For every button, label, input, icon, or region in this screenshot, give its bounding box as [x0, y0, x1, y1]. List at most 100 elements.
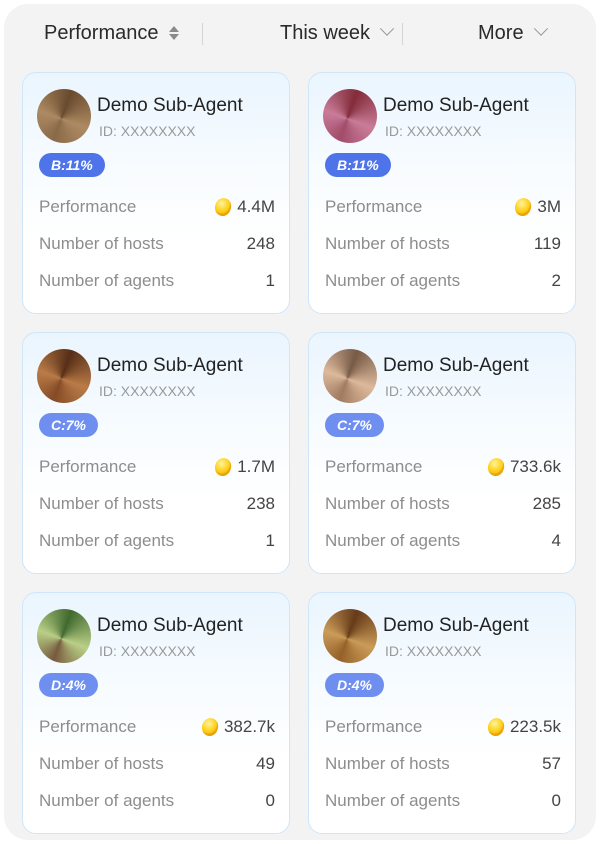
performance-amount: 1.7M: [237, 457, 275, 476]
agents-row: Number of agents 1: [39, 529, 275, 553]
agent-id: ID: XXXXXXXX: [385, 383, 481, 399]
agent-id: ID: XXXXXXXX: [99, 123, 195, 139]
tier-badge: C:7%: [39, 413, 99, 437]
hosts-row: Number of hosts 285: [325, 492, 561, 516]
hosts-row: Number of hosts 119: [325, 232, 561, 256]
performance-value: 4.4M: [212, 195, 275, 219]
performance-row: Performance 382.7k: [39, 715, 275, 739]
agent-id: ID: XXXXXXXX: [385, 643, 481, 659]
agents-label: Number of agents: [39, 531, 175, 550]
id-value: XXXXXXXX: [406, 643, 482, 659]
id-label: ID:: [99, 643, 117, 659]
sub-agent-card[interactable]: Demo Sub-Agent ID: XXXXXXXX B:11% Perfor…: [22, 72, 290, 314]
period-label: This week: [280, 21, 371, 44]
hosts-label: Number of hosts: [325, 494, 450, 513]
id-label: ID:: [385, 123, 403, 139]
performance-row: Performance 3M: [325, 195, 561, 219]
agents-value: 0: [551, 791, 561, 810]
agent-id: ID: XXXXXXXX: [99, 643, 195, 659]
performance-value: 223.5k: [485, 715, 561, 739]
hosts-value: 248: [246, 234, 275, 253]
id-value: XXXXXXXX: [406, 123, 482, 139]
id-label: ID:: [99, 383, 117, 399]
hosts-row: Number of hosts 238: [39, 492, 275, 516]
coin-icon: [512, 195, 534, 219]
hosts-value: 238: [246, 494, 275, 513]
sub-agent-card[interactable]: Demo Sub-Agent ID: XXXXXXXX B:11% Perfor…: [308, 72, 576, 314]
agents-row: Number of agents 0: [325, 789, 561, 813]
agents-label: Number of agents: [39, 791, 175, 810]
performance-label: Performance: [39, 197, 137, 216]
sort-icon: [168, 26, 179, 40]
agents-value: 4: [551, 531, 561, 550]
performance-amount: 733.6k: [509, 457, 561, 476]
hosts-value: 119: [533, 234, 561, 253]
agent-name: Demo Sub-Agent: [383, 615, 529, 636]
chevron-down-icon: [379, 21, 395, 36]
hosts-label: Number of hosts: [39, 754, 164, 773]
performance-amount: 4.4M: [237, 197, 275, 216]
hosts-value: 285: [532, 494, 561, 513]
more-dropdown[interactable]: More: [478, 20, 548, 46]
coin-icon: [212, 195, 234, 219]
agent-name: Demo Sub-Agent: [383, 95, 529, 116]
agents-row: Number of agents 2: [325, 269, 561, 293]
agents-row: Number of agents 0: [39, 789, 275, 813]
performance-label: Performance: [325, 717, 423, 736]
avatar: [37, 609, 91, 663]
id-label: ID:: [99, 123, 117, 139]
performance-row: Performance 223.5k: [325, 715, 561, 739]
agent-name: Demo Sub-Agent: [97, 615, 243, 636]
avatar: [323, 609, 377, 663]
agents-value: 0: [265, 791, 275, 810]
sort-performance-label: Performance: [44, 21, 159, 44]
agent-id: ID: XXXXXXXX: [385, 123, 481, 139]
coin-icon: [199, 715, 221, 739]
hosts-row: Number of hosts 57: [325, 752, 561, 776]
hosts-row: Number of hosts 49: [39, 752, 275, 776]
performance-row: Performance 733.6k: [325, 455, 561, 479]
id-value: XXXXXXXX: [406, 383, 482, 399]
avatar: [37, 89, 91, 143]
hosts-label: Number of hosts: [39, 234, 164, 253]
agent-name: Demo Sub-Agent: [97, 95, 243, 116]
hosts-label: Number of hosts: [325, 754, 450, 773]
performance-amount: 3M: [537, 197, 561, 216]
agents-label: Number of agents: [325, 531, 461, 550]
tier-badge: B:11%: [325, 153, 391, 177]
avatar: [37, 349, 91, 403]
coin-icon: [485, 715, 507, 739]
performance-row: Performance 4.4M: [39, 195, 275, 219]
filter-bar: Performance This week More: [4, 4, 596, 62]
performance-amount: 382.7k: [223, 717, 275, 736]
agents-value: 2: [551, 271, 561, 290]
agents-value: 1: [265, 531, 275, 550]
sub-agent-card[interactable]: Demo Sub-Agent ID: XXXXXXXX C:7% Perform…: [308, 332, 576, 574]
period-dropdown[interactable]: This week: [280, 20, 395, 46]
sub-agent-card[interactable]: Demo Sub-Agent ID: XXXXXXXX D:4% Perform…: [22, 592, 290, 834]
avatar: [323, 349, 377, 403]
coin-icon: [212, 455, 234, 479]
performance-label: Performance: [39, 457, 137, 476]
performance-value: 1.7M: [212, 455, 275, 479]
avatar: [323, 89, 377, 143]
more-label: More: [478, 21, 524, 44]
tier-badge: B:11%: [39, 153, 105, 177]
app-frame: Performance This week More Demo Sub-Agen…: [4, 4, 596, 840]
performance-amount: 223.5k: [509, 717, 561, 736]
tier-badge: C:7%: [325, 413, 385, 437]
hosts-label: Number of hosts: [39, 494, 164, 513]
agents-label: Number of agents: [325, 791, 461, 810]
sort-performance-button[interactable]: Performance: [44, 20, 179, 46]
tier-badge: D:4%: [39, 673, 99, 697]
agents-label: Number of agents: [325, 271, 461, 290]
sub-agent-card[interactable]: Demo Sub-Agent ID: XXXXXXXX C:7% Perform…: [22, 332, 290, 574]
agents-label: Number of agents: [39, 271, 175, 290]
sub-agent-card[interactable]: Demo Sub-Agent ID: XXXXXXXX D:4% Perform…: [308, 592, 576, 834]
performance-value: 733.6k: [485, 455, 561, 479]
performance-value: 3M: [512, 195, 561, 219]
divider: [402, 23, 403, 45]
agent-name: Demo Sub-Agent: [97, 355, 243, 376]
tier-badge: D:4%: [325, 673, 385, 697]
hosts-value: 57: [542, 754, 561, 773]
